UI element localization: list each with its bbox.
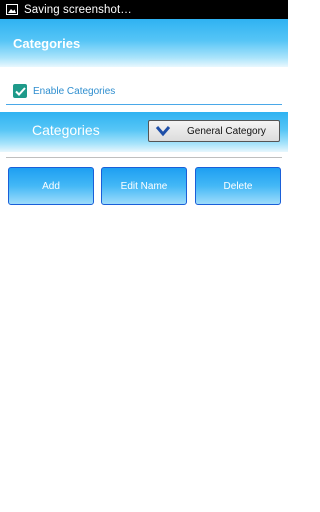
divider	[6, 157, 282, 158]
status-bar: Saving screenshot…	[0, 0, 288, 19]
divider	[6, 104, 282, 105]
enable-categories-checkbox[interactable]	[13, 84, 27, 98]
page-title: Categories	[13, 35, 81, 51]
enable-categories-row[interactable]: Enable Categories	[0, 80, 288, 102]
image-icon	[6, 4, 18, 15]
edit-name-button[interactable]: Edit Name	[101, 167, 187, 205]
add-button[interactable]: Add	[8, 167, 94, 205]
enable-categories-label: Enable Categories	[33, 85, 116, 97]
delete-button[interactable]: Delete	[195, 167, 281, 205]
category-dropdown[interactable]: General Category	[148, 120, 280, 142]
checkmark-icon	[14, 86, 26, 96]
category-dropdown-value: General Category	[187, 125, 266, 137]
status-text: Saving screenshot…	[24, 3, 132, 16]
action-bar: Categories	[0, 19, 288, 67]
category-bar-label: Categories	[32, 122, 100, 138]
chevron-down-icon	[155, 126, 171, 137]
